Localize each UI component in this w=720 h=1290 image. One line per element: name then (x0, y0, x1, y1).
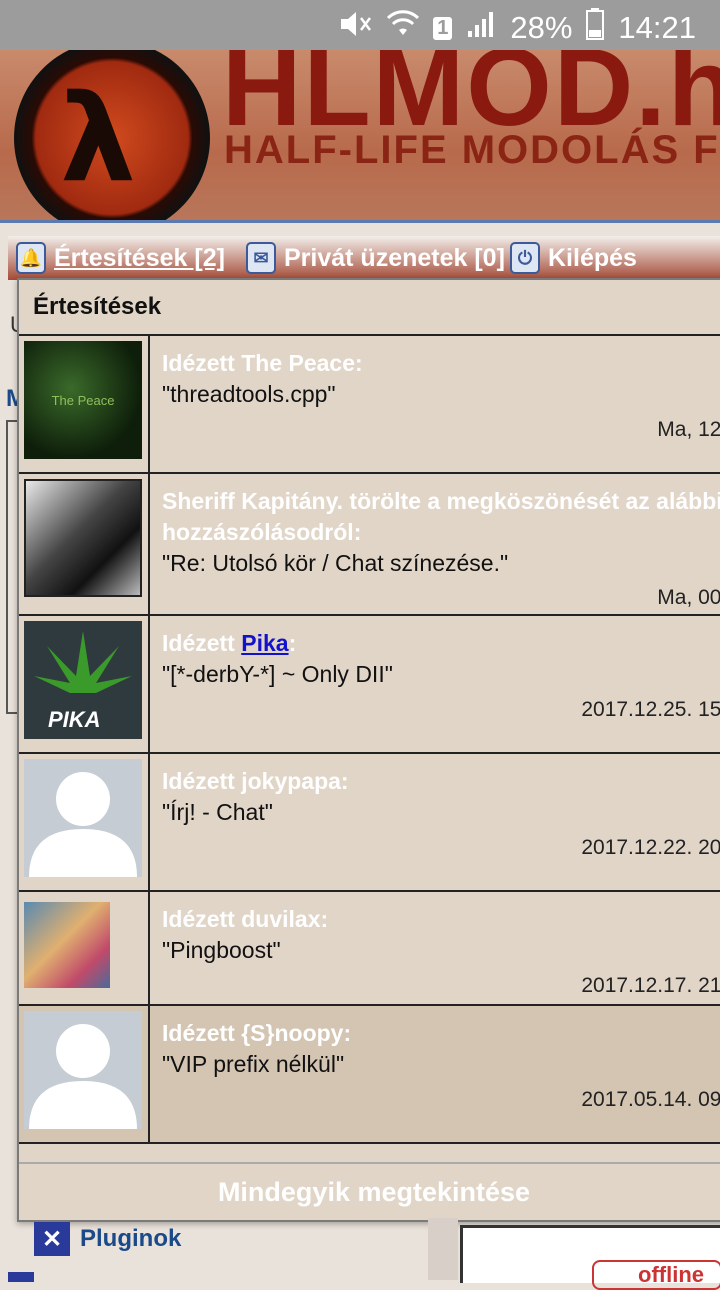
sidebar-item-plugins[interactable]: ✕ Pluginok (34, 1222, 181, 1256)
wifi-icon (387, 9, 420, 47)
notification-time: 2017.12.22. 20:0 (581, 836, 720, 859)
logout-link[interactable]: ⏻ Kilépés (510, 242, 637, 274)
notification-title: Idézett Pika: (162, 630, 297, 656)
signal-icon (466, 9, 496, 47)
dropdown-title: Értesítések (19, 280, 720, 336)
default-avatar (24, 759, 142, 877)
notification-topic: "Írj! - Chat" (162, 799, 273, 825)
notification-title: Idézett The Peace: (162, 350, 363, 376)
power-icon: ⏻ (510, 242, 540, 274)
sim-icon: 1 (433, 16, 453, 40)
notification-title: Idézett {S}noopy: (162, 1020, 352, 1046)
private-messages-link[interactable]: ✉ Privát üzenetek [0] (246, 242, 505, 274)
notification-time: 2017.05.14. 09:4 (581, 1088, 720, 1111)
notification-time: 2017.12.17. 21:0 (581, 974, 720, 997)
mute-icon (337, 9, 373, 47)
notification-title: Idézett jokypapa: (162, 768, 349, 794)
notification-item[interactable]: Idézett duvilax: "Pingboost" 2017.12.17.… (19, 892, 720, 1006)
user-silhouette-icon (29, 1024, 137, 1129)
notification-time: Ma, 12:3 (657, 418, 720, 441)
notification-title: Idézett duvilax: (162, 906, 329, 932)
avatar (24, 479, 142, 597)
battery-percent: 28% (510, 10, 573, 45)
status-badge: offline (592, 1260, 720, 1290)
notifications-label[interactable]: Értesítések [2] (54, 244, 225, 273)
notification-topic: "Re: Utolsó kör / Chat színezése." (162, 550, 509, 576)
avatar: PIKA (24, 621, 142, 739)
notification-topic: "VIP prefix nélkül" (162, 1051, 345, 1077)
lambda-icon: λ (60, 70, 136, 209)
logout-label[interactable]: Kilépés (548, 244, 637, 273)
site-banner[interactable]: λ HLMOD.hu HALF-LIFE MODOLÁS FÓRUM (0, 50, 720, 220)
sidebar-item-label: Pluginok (80, 1225, 182, 1252)
avatar: The Peace (24, 341, 142, 459)
clock: 14:21 (618, 10, 696, 45)
notification-item[interactable]: Sheriff Kapitány. törölte a megköszönésé… (19, 474, 720, 616)
plugin-icon: ✕ (34, 1222, 70, 1256)
user-silhouette-icon (29, 772, 137, 877)
avatar (24, 902, 110, 988)
scroll-gutter (428, 1218, 458, 1280)
notification-topic: "[*-derbY-*] ~ Only DII" (162, 661, 393, 687)
notifications-link[interactable]: 🔔 Értesítések [2] (16, 242, 225, 274)
notification-item[interactable]: Idézett jokypapa: "Írj! - Chat" 2017.12.… (19, 754, 720, 892)
status-bar: 1 28% 14:21 (0, 0, 720, 50)
notification-time: 2017.12.25. 15:5 (581, 698, 720, 721)
notification-topic: "Pingboost" (162, 937, 281, 963)
notification-topic: "threadtools.cpp" (162, 381, 336, 407)
notification-title: Sheriff Kapitány. törölte a megköszönésé… (162, 488, 720, 545)
battery-icon (586, 8, 605, 48)
notifications-dropdown: Értesítések The Peace Idézett The Peace:… (17, 278, 720, 1222)
default-avatar (24, 1011, 142, 1129)
notification-item[interactable]: PIKA Idézett Pika: "[*-derbY-*] ~ Only D… (19, 616, 720, 754)
view-all-button[interactable]: Mindegyik megtekintése (19, 1162, 720, 1220)
notification-time: Ma, 00:1 (657, 586, 720, 609)
site-subtitle: HALF-LIFE MODOLÁS FÓRUM (224, 128, 720, 172)
message-icon: ✉ (246, 242, 276, 274)
next-item-icon (8, 1272, 34, 1282)
notification-item[interactable]: The Peace Idézett The Peace: "threadtool… (19, 336, 720, 474)
user-nav: 🔔 Értesítések [2] ✉ Privát üzenetek [0] … (8, 236, 720, 280)
notification-item[interactable]: Idézett {S}noopy: "VIP prefix nélkül" 20… (19, 1006, 720, 1144)
bell-icon: 🔔 (16, 242, 46, 274)
messages-label[interactable]: Privát üzenetek [0] (284, 244, 505, 273)
user-link-pika[interactable]: Pika (241, 630, 288, 656)
